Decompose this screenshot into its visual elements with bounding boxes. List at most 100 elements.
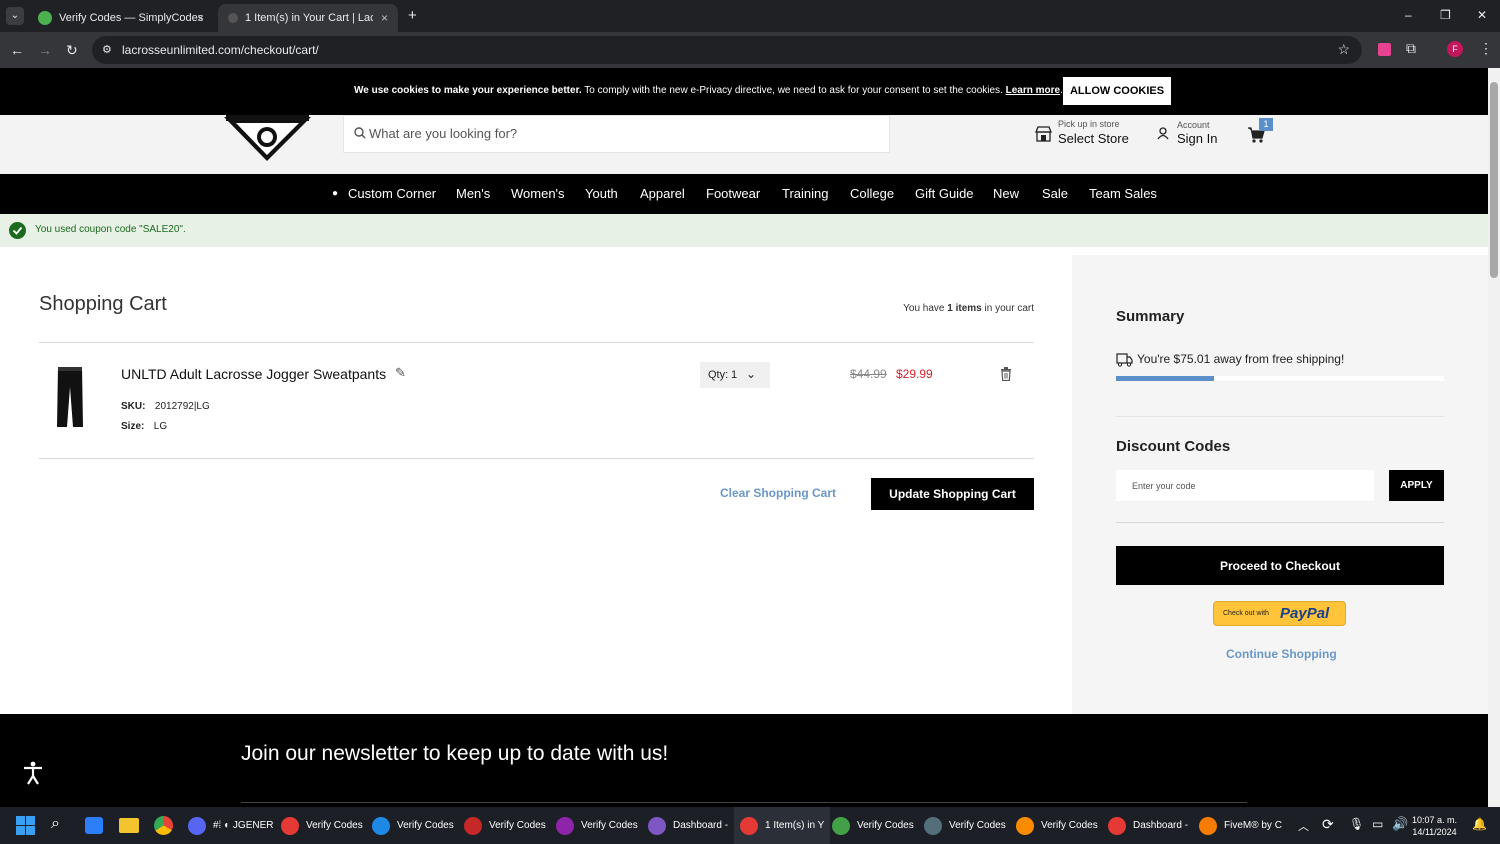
browser-tab-bar: ⌄ Verify Codes — SimplyCodes × 1 Item(s)… [0,0,1500,32]
minimize-button[interactable]: – [1405,8,1412,22]
reload-icon[interactable]: ↻ [66,42,78,59]
nav-footwear[interactable]: Footwear [706,186,760,201]
forward-arrow-icon[interactable]: → [38,42,52,58]
learn-more-link[interactable]: Learn more [1006,85,1060,96]
coupon-text: You used coupon code "SALE20". [35,224,186,235]
check-circle-icon [9,222,26,239]
search-box[interactable] [343,115,890,153]
taskbar-app-item[interactable]: Verify Codes [1016,807,1098,844]
browser-menu-icon[interactable]: ⋮ [1479,40,1493,57]
trash-icon[interactable] [1000,367,1012,381]
sku-label: SKU: [121,401,146,412]
taskbar-app-item[interactable]: Verify Codes [372,807,454,844]
volume-icon[interactable]: 🔊 [1392,816,1408,832]
taskbar-app-label: Verify Codes [581,820,638,831]
nav-new[interactable]: New [993,186,1019,201]
account-link[interactable]: Account Sign In [1177,120,1217,146]
window-close-button[interactable]: ✕ [1477,8,1487,22]
sync-icon[interactable]: ⟳ [1322,816,1334,833]
taskbar-app-label: Verify Codes [949,820,1006,831]
taskbar-app-label: #⁞ ◐ JGENER [213,820,274,831]
select-store-link[interactable]: Pick up in store Select Store [1058,119,1129,146]
tab-cart[interactable]: 1 Item(s) in Your Cart | Lacrosse × [218,4,398,32]
address-bar[interactable]: ⚙ lacrosseunlimited.com/checkout/cart/ ☆ [92,36,1362,64]
taskbar-app-item[interactable]: FiveM® by C [1199,807,1282,844]
cookie-bold-text: We use cookies to make your experience b… [354,85,582,96]
search-input[interactable] [369,126,869,141]
profile-avatar[interactable]: F [1447,41,1463,57]
nav-womens[interactable]: Women's [511,186,565,201]
widgets-icon[interactable] [85,817,103,834]
bookmark-star-icon[interactable]: ☆ [1337,41,1350,58]
taskbar-app-item[interactable]: #⁞ ◐ JGENER [188,807,274,844]
cart-item-count: You have 1 items in your cart [903,303,1034,314]
chevron-up-icon[interactable]: ︿ [1298,818,1309,834]
nav-sale[interactable]: Sale [1042,186,1068,201]
search-icon[interactable]: ⌕ [51,815,60,833]
discount-code-input[interactable] [1116,470,1374,501]
quantity-select[interactable]: Qty: 1 ⌄ [700,362,770,388]
taskbar-app-item[interactable]: Verify Codes [464,807,546,844]
restore-button[interactable]: ❐ [1440,8,1451,22]
site-info-icon[interactable]: ⚙ [102,43,112,56]
cookie-text: To comply with the new e-Privacy directi… [581,85,1006,96]
size-label: Size: [121,421,145,432]
qty-label: Qty: [708,369,729,381]
app-icon [1199,816,1217,835]
accessibility-button[interactable] [19,759,47,787]
lacrosse-unlimited-logo[interactable] [220,115,315,163]
tab-verify-codes[interactable]: Verify Codes — SimplyCodes × [28,4,214,32]
nav-mens[interactable]: Men's [456,186,490,201]
windows-start-icon[interactable] [16,816,35,835]
tab-close-icon[interactable]: × [197,11,204,25]
taskbar-app-label: Verify Codes [1041,820,1098,831]
app-icon [281,816,299,835]
user-icon [1157,127,1169,140]
extensions-puzzle-icon[interactable]: ⧉ [1406,40,1416,57]
file-explorer-icon[interactable] [119,818,139,833]
edit-pencil-icon[interactable]: ✎ [395,365,406,381]
network-icon[interactable]: ▭ [1372,817,1383,831]
scrollbar-thumb[interactable] [1490,82,1498,278]
product-image[interactable] [55,365,85,429]
update-shopping-cart-button[interactable]: Update Shopping Cart [871,478,1034,510]
extension-icon[interactable] [1378,43,1391,56]
app-icon [1108,816,1126,835]
allow-cookies-button[interactable]: ALLOW COOKIES [1063,77,1171,105]
back-arrow-icon[interactable]: ← [10,42,24,58]
taskbar-app-item[interactable]: 1 Item(s) in Y [734,807,831,844]
nav-team-sales[interactable]: Team Sales [1089,186,1157,201]
nav-custom-corner[interactable]: Custom Corner [348,186,436,201]
proceed-to-checkout-button[interactable]: Proceed to Checkout [1116,546,1444,585]
chrome-icon[interactable] [154,816,173,835]
microphone-icon[interactable]: 🎙 [1349,817,1364,831]
apply-discount-button[interactable]: APPLY [1389,470,1444,501]
app-icon [924,816,942,835]
taskbar-app-label: Verify Codes [489,820,546,831]
taskbar-app-item[interactable]: Dashboard - [1108,807,1188,844]
tab-close-icon[interactable]: × [381,11,388,25]
paypal-checkout-button[interactable]: Check out with PayPal [1213,601,1346,626]
taskbar-app-item[interactable]: Dashboard - [648,807,728,844]
taskbar-app-item[interactable]: Verify Codes [281,807,363,844]
taskbar-app-item[interactable]: Verify Codes [556,807,638,844]
new-tab-button[interactable]: + [408,7,417,24]
free-shipping-progress-fill [1116,376,1215,381]
system-clock[interactable]: 10:07 a. m. 14/11/2024 [1412,814,1457,838]
taskbar-app-item[interactable]: Verify Codes [924,807,1006,844]
notification-bell-icon[interactable]: 🔔 [1472,817,1487,831]
nav-training[interactable]: Training [782,186,828,201]
page-scrollbar[interactable] [1488,68,1500,807]
account-label: Account [1177,120,1210,130]
nav-youth[interactable]: Youth [585,186,618,201]
nav-gift-guide[interactable]: Gift Guide [915,186,974,201]
tab-list-icon[interactable]: ⌄ [6,7,24,25]
newsletter-title: Join our newsletter to keep up to date w… [241,742,669,765]
nav-college[interactable]: College [850,186,894,201]
clear-shopping-cart-link[interactable]: Clear Shopping Cart [720,486,836,500]
taskbar-app-item[interactable]: Verify Codes [832,807,914,844]
tab-title: Verify Codes — SimplyCodes [59,12,204,24]
continue-shopping-link[interactable]: Continue Shopping [1226,647,1337,661]
product-name-link[interactable]: UNLTD Adult Lacrosse Jogger Sweatpants [121,366,386,382]
nav-apparel[interactable]: Apparel [640,186,685,201]
